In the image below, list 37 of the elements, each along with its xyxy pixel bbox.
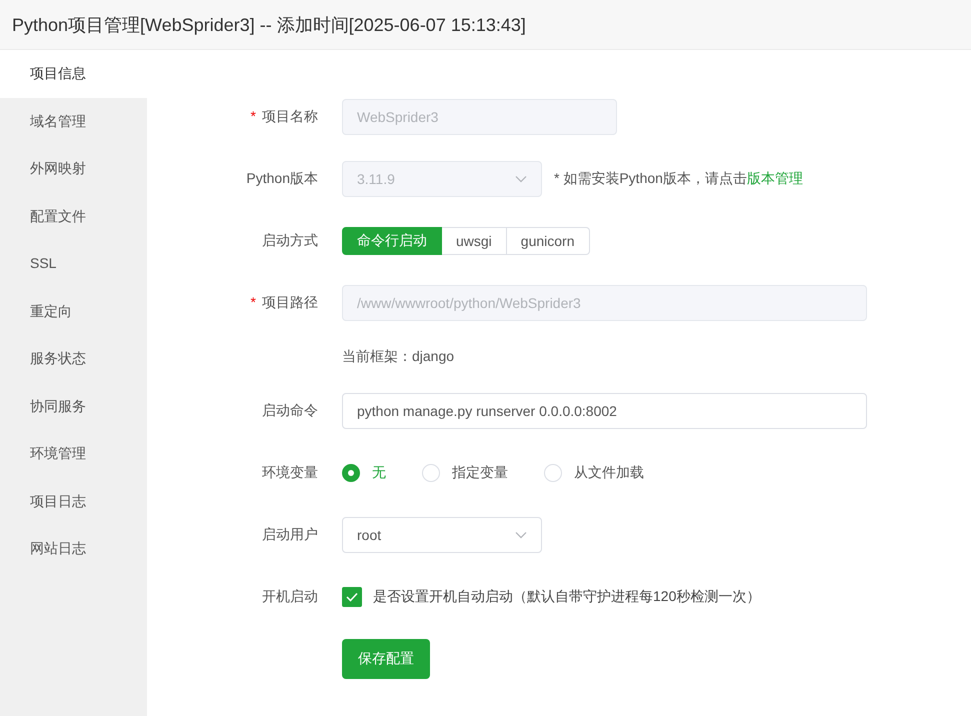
field-label: 项目名称 <box>262 108 318 124</box>
field-label: Python版本 <box>246 170 318 186</box>
input-field[interactable]: python manage.py runserver 0.0.0.0:8002 <box>342 393 867 429</box>
sidebar-item[interactable]: 项目信息 <box>0 50 147 98</box>
field-label: 环境变量 <box>262 464 318 480</box>
chevron-down-icon <box>515 175 527 183</box>
field-label: 开机启动 <box>262 588 318 604</box>
radio-label: 指定变量 <box>452 464 508 482</box>
chevron-down-icon <box>515 531 527 539</box>
window-title: Python项目管理[WebSprider3] -- 添加时间[2025-06-07 15:13:43] <box>12 14 526 36</box>
hint-text: * 如需安装Python版本，请点击版本管理 <box>554 170 803 188</box>
dropdown[interactable]: root <box>342 517 542 553</box>
field-label: 项目路径 <box>262 294 318 310</box>
sidebar-item[interactable]: 外网映射 <box>0 145 147 192</box>
field-label: 启动方式 <box>262 232 318 248</box>
sidebar-item[interactable]: 服务状态 <box>0 335 147 382</box>
required-mark: * <box>250 294 256 310</box>
segment-button[interactable]: gunicorn <box>506 227 590 255</box>
required-mark: * <box>250 108 256 124</box>
field-label: 启动命令 <box>262 402 318 418</box>
field-label: 启动用户 <box>262 526 318 542</box>
radio-label: 无 <box>372 464 386 482</box>
radio-label: 从文件加载 <box>574 464 644 482</box>
sidebar-item[interactable]: 项目日志 <box>0 478 147 525</box>
checkbox[interactable] <box>342 587 362 607</box>
sidebar-item[interactable]: 重定向 <box>0 288 147 335</box>
checkmark-icon <box>346 592 358 602</box>
framework-text: 当前框架：django <box>342 348 454 366</box>
sidebar-item[interactable]: SSL <box>0 240 147 288</box>
sidebar-item[interactable]: 协同服务 <box>0 382 147 430</box>
checkbox-label: 是否设置开机自动启动（默认自带守护进程每120秒检测一次） <box>373 588 760 606</box>
sidebar-item[interactable]: 配置文件 <box>0 192 147 240</box>
sidebar-item[interactable]: 环境管理 <box>0 430 147 478</box>
segment-button[interactable]: uwsgi <box>442 227 507 255</box>
sidebar-item[interactable]: 网站日志 <box>0 525 147 572</box>
radio-button[interactable] <box>342 464 360 482</box>
sidebar-item[interactable]: 域名管理 <box>0 98 147 145</box>
